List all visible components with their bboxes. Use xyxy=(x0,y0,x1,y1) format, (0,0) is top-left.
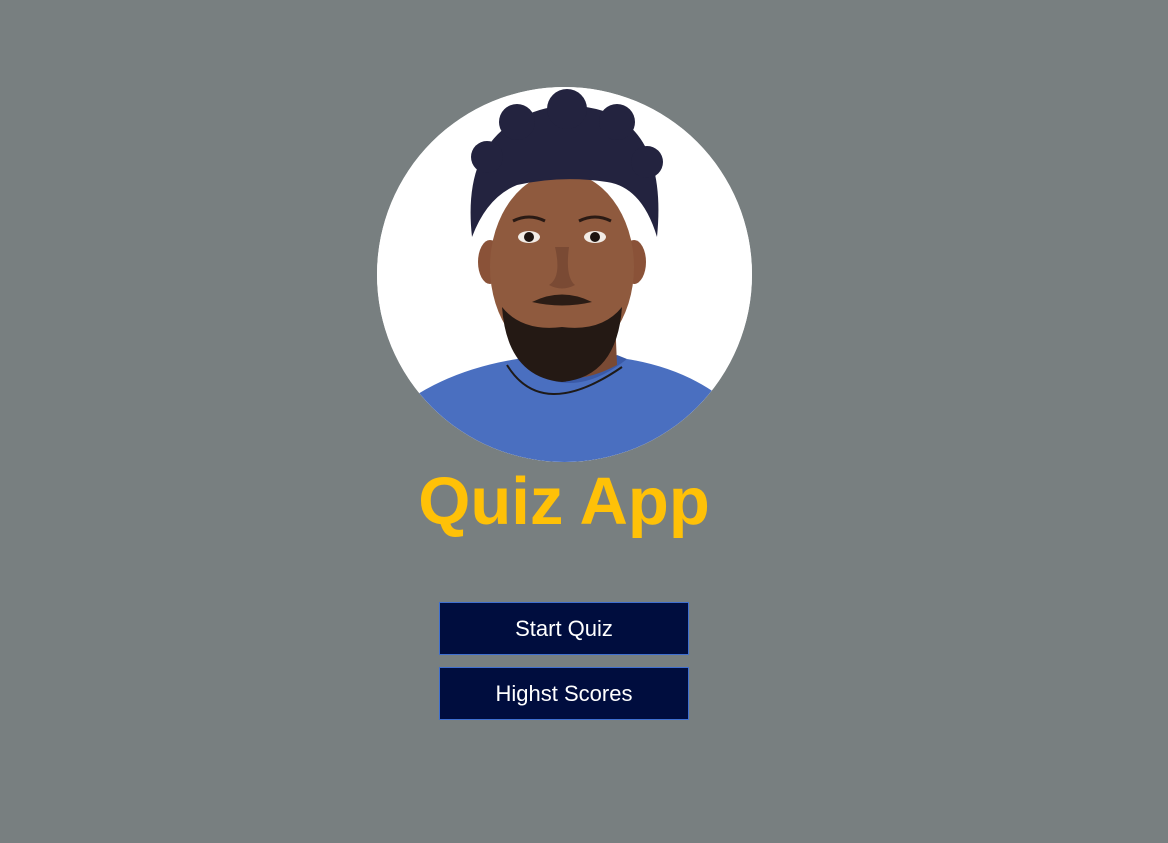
avatar xyxy=(377,87,752,462)
profile-photo-icon xyxy=(377,87,752,462)
highest-scores-button[interactable]: Highst Scores xyxy=(439,667,689,720)
start-quiz-button[interactable]: Start Quiz xyxy=(439,602,689,655)
page-title: Quiz App xyxy=(418,464,710,539)
